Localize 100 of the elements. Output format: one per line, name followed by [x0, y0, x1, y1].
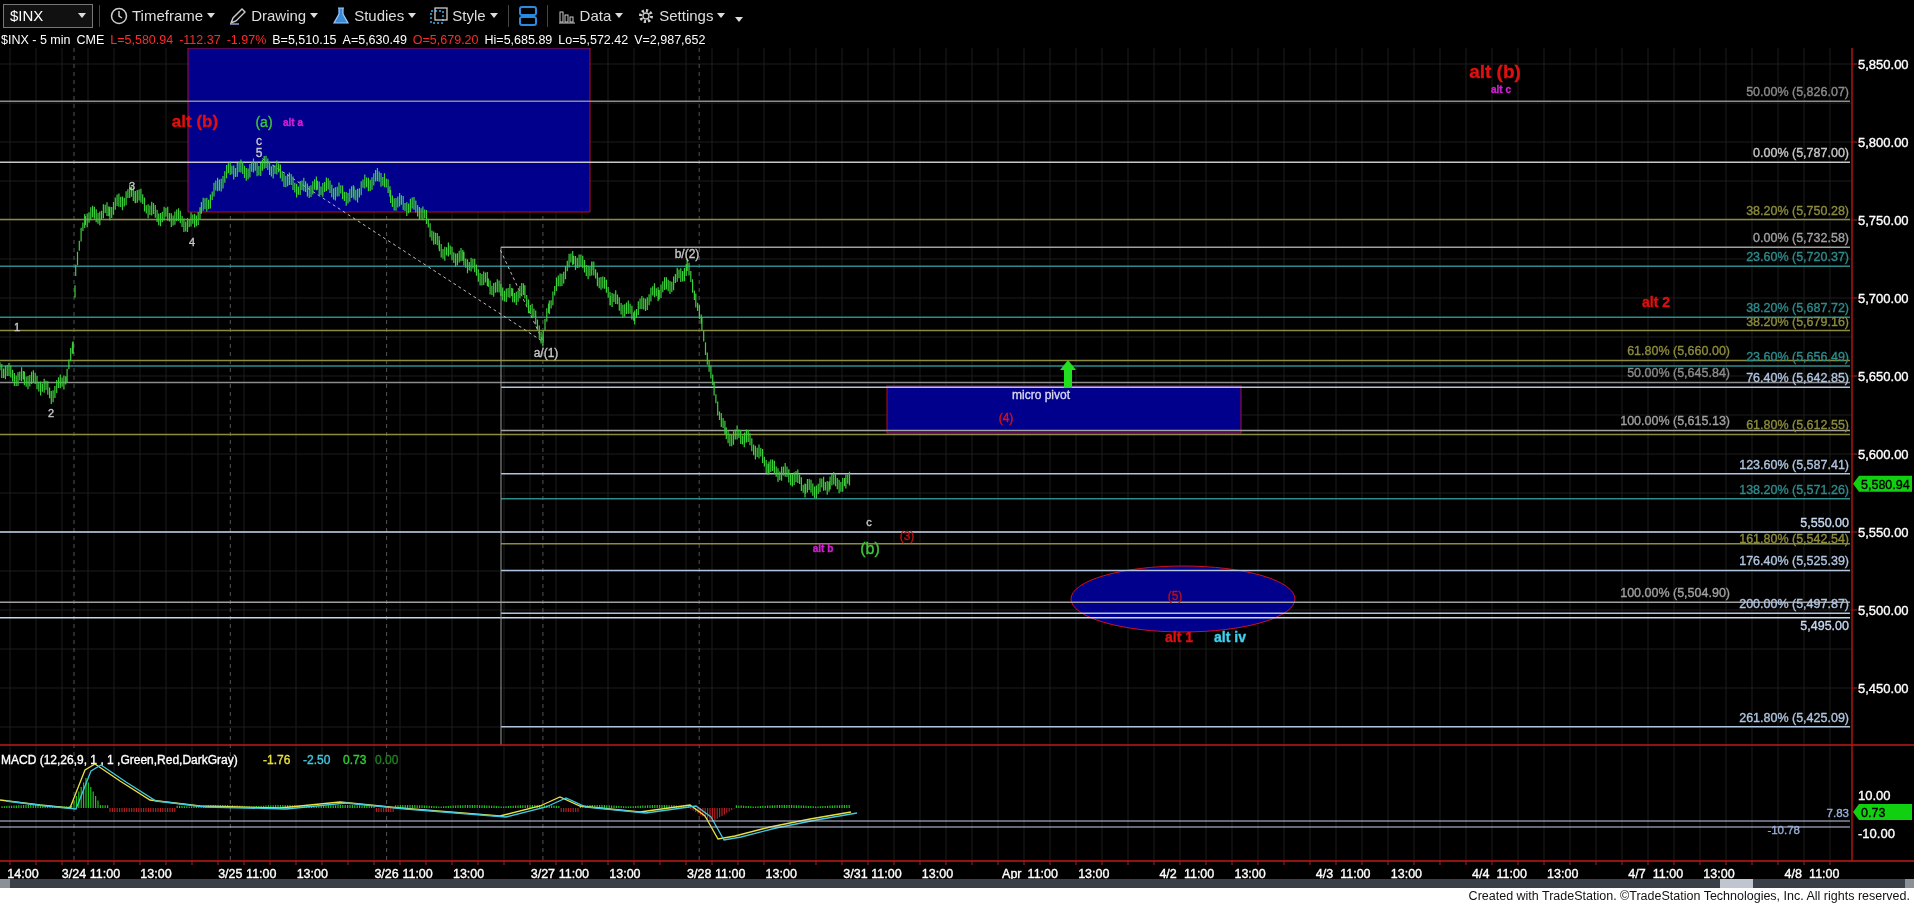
date-label: 3/31: [843, 867, 868, 881]
studies-menu-button[interactable]: Studies: [328, 2, 421, 29]
wave-label: 3: [128, 180, 136, 192]
time-label: 13:00: [609, 867, 641, 881]
wave-label: 4: [188, 236, 196, 248]
macd-title: MACD (12,26,9, 1 , 1 ,Green,Red,DarkGray): [1, 753, 238, 767]
fib-level-label: 61.80% (5,612.55): [1746, 418, 1849, 432]
wave-label: 5: [255, 146, 263, 160]
fib-level-label: 38.20% (5,750.28): [1746, 204, 1849, 218]
wave-label: alt c: [1491, 84, 1511, 95]
wave-label: micro pivot: [1012, 388, 1070, 402]
time-label: 13:00: [1234, 867, 1266, 881]
quote-field: O=5,679.20: [412, 32, 479, 47]
date-label: 4/7: [1628, 867, 1646, 881]
caret-icon: [78, 13, 86, 18]
fib-level-label: 138.20% (5,571.26): [1739, 483, 1849, 497]
price-tick-label: 5,800.00: [1858, 135, 1909, 150]
time-label: 13:00: [921, 867, 954, 881]
fib-level-label: 23.60% (5,720.37): [1746, 250, 1849, 264]
pen-icon: [229, 6, 248, 25]
style-menu-button[interactable]: Style: [426, 2, 502, 29]
wave-label: (b): [860, 540, 880, 557]
price-tick-label: 5,600.00: [1858, 447, 1909, 462]
quote-field: Lo=5,572.42: [558, 32, 629, 47]
fib-level-label: 38.20% (5,687.72): [1746, 301, 1849, 315]
time-label: 11:00: [1496, 867, 1527, 881]
price-tick-label: 5,450.00: [1858, 681, 1909, 696]
macd-line-label: 7.83: [1826, 807, 1849, 819]
wave-label: alt b: [812, 543, 834, 554]
quote-field: CME: [76, 32, 105, 47]
quote-field: $INX - 5 min: [1, 32, 71, 47]
time-label: 13:00: [1547, 867, 1579, 881]
time-label: 11:00: [715, 867, 746, 881]
time-label: 13:00: [765, 867, 797, 881]
wave-label: c: [866, 516, 872, 528]
timeframe-menu-button[interactable]: Timeframe: [106, 2, 220, 29]
time-label: 13:00: [1703, 867, 1735, 881]
dashed-square-icon: [430, 6, 449, 25]
settings-icon: [637, 6, 656, 25]
quote-field: -1.97%: [226, 32, 267, 47]
price-tick-label: 5,650.00: [1858, 369, 1909, 384]
wave-label: alt iv: [1214, 629, 1246, 645]
date-label: 4/4: [1472, 867, 1490, 881]
caret-icon: [408, 13, 417, 18]
macd-value: 0.00: [375, 753, 399, 767]
fib-level-label: 0.00% (5,732.58): [1753, 231, 1849, 245]
time-label: 14:00: [7, 867, 39, 881]
wave-label: alt 1: [1165, 629, 1193, 645]
wave-label: a/(1): [533, 346, 559, 360]
date-label: 3/28: [687, 867, 712, 881]
clock-icon: [110, 6, 128, 25]
date-label: 3/27: [530, 867, 556, 881]
date-label: 3/26: [374, 867, 399, 881]
quote-field: V=2,987,652: [634, 32, 706, 47]
fib-level-label: 5,550.00: [1800, 516, 1849, 530]
caret-icon: [489, 13, 498, 18]
copyright-text: Created with TradeStation. ©TradeStation Technologies, Inc. All rights reserved.: [1468, 889, 1910, 903]
price-tick-label: 5,850.00: [1858, 57, 1909, 72]
quote-field: -112.37: [179, 32, 221, 47]
time-label: 11:00: [402, 867, 433, 881]
time-label: 11:00: [558, 867, 590, 881]
macd-value: -2.50: [303, 753, 331, 767]
fib-level-label: 50.00% (5,826.07): [1746, 85, 1849, 99]
drawing-menu-button[interactable]: Drawing: [225, 2, 323, 29]
time-label: 11:00: [1027, 867, 1058, 881]
wave-label: (5): [1167, 589, 1183, 603]
fib-level-label: 5,495.00: [1800, 619, 1849, 633]
fib-level-label: 61.80% (5,660.00): [1627, 344, 1730, 358]
time-label: 13:00: [1390, 867, 1423, 881]
symbol-dropdown[interactable]: $INX: [3, 3, 93, 28]
up-arrow: [1060, 360, 1076, 388]
fib-level-label: 100.00% (5,615.13): [1620, 414, 1730, 428]
caret-icon: [310, 13, 319, 18]
date-label: Apr: [1002, 867, 1022, 881]
time-label: 13:00: [296, 867, 328, 881]
date-label: 3/24: [61, 867, 87, 881]
date-label: 3/25: [218, 867, 243, 881]
fib-level-label: 123.60% (5,587.41): [1739, 458, 1849, 472]
price-tick-label: 5,550.00: [1858, 525, 1909, 540]
time-label: 13:00: [140, 867, 172, 881]
data-menu-button[interactable]: Data: [553, 2, 628, 29]
macd-value: -1.76: [263, 753, 291, 767]
time-label: 11:00: [246, 867, 277, 881]
quote-field: Hi=5,685.89: [484, 32, 553, 47]
time-label: 11:00: [89, 867, 121, 881]
fib-level-label: 261.80% (5,425.09): [1739, 711, 1849, 725]
price-tick-label: 5,750.00: [1858, 213, 1909, 228]
wave-label: b/(2): [674, 247, 700, 261]
horizontal-scrollbar[interactable]: [0, 879, 1914, 888]
wave-label: alt 2: [1642, 294, 1670, 310]
wave-label: (a): [255, 114, 273, 130]
wave-label: alt (b): [1469, 61, 1521, 82]
wave-label: 1: [13, 321, 21, 333]
date-label: 4/8: [1784, 867, 1802, 881]
settings-menu-button[interactable]: Settings: [633, 2, 730, 29]
price-tick-label: 5,500.00: [1858, 603, 1909, 618]
macd-tick-label: -10.00: [1858, 826, 1895, 841]
time-label: 13:00: [1078, 867, 1110, 881]
quote-field: A=5,630.49: [342, 32, 407, 47]
wave-label: alt a: [283, 117, 303, 128]
